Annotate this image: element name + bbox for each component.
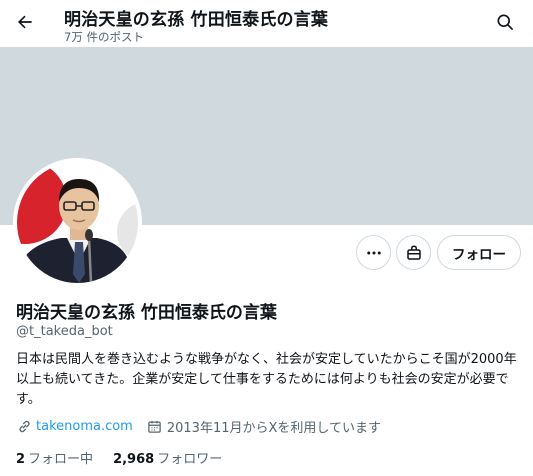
following-link[interactable]: 2 フォロー中: [16, 448, 93, 467]
followers-count: 2,968: [113, 452, 155, 467]
back-button[interactable]: [10, 7, 40, 37]
following-count: 2: [16, 452, 26, 467]
shopping-bag-icon: [406, 244, 421, 260]
following-label: フォロー中: [28, 452, 94, 467]
avatar[interactable]: [13, 158, 142, 287]
calendar-icon: [147, 418, 163, 434]
top-bar: 明治天皇の玄孫 竹田恒泰氏の言葉 7万 件のポスト: [0, 0, 533, 47]
joined-item: 2013年11月からXを利用しています: [147, 417, 381, 436]
profile-page: 明治天皇の玄孫 竹田恒泰氏の言葉 7万 件のポスト フォロー 明治天皇の玄孫 竹…: [0, 0, 533, 476]
post-count: 7万 件のポスト: [64, 30, 144, 44]
search-button[interactable]: [490, 7, 520, 37]
website-item: takenoma.com: [16, 418, 133, 434]
website-link[interactable]: takenoma.com: [36, 419, 133, 434]
profile-name: 明治天皇の玄孫 竹田恒泰氏の言葉: [16, 303, 277, 323]
arrow-left-icon: [18, 15, 32, 29]
more-horizontal-icon: [366, 251, 381, 254]
more-button[interactable]: [356, 235, 391, 270]
header-title: 明治天皇の玄孫 竹田恒泰氏の言葉: [64, 10, 329, 30]
joined-date: 2013年11月からXを利用しています: [166, 420, 382, 436]
shop-button[interactable]: [396, 235, 431, 270]
profile-meta: takenoma.com 2013年11月からXを利用しています: [16, 416, 381, 436]
followers-link[interactable]: 2,968 フォロワー: [113, 448, 222, 467]
follow-stats: 2 フォロー中 2,968 フォロワー: [16, 448, 242, 467]
follow-button[interactable]: フォロー: [437, 235, 521, 270]
search-icon: [497, 14, 513, 30]
link-icon: [16, 418, 32, 434]
profile-bio: 日本は民間人を巻き込むような戦争がなく、社会が安定していたからこそ国が2000年…: [16, 352, 517, 407]
followers-label: フォロワー: [157, 452, 223, 467]
profile-handle: @t_takeda_bot: [16, 324, 113, 339]
